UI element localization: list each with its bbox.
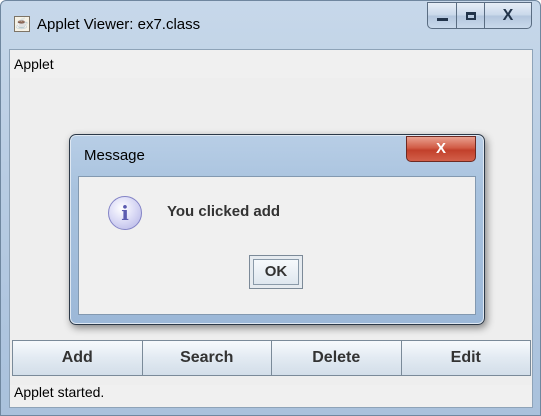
delete-button[interactable]: Delete bbox=[271, 340, 402, 376]
dialog-body: i You clicked add OK bbox=[78, 176, 476, 315]
dialog-message: You clicked add bbox=[167, 203, 281, 220]
maximize-icon bbox=[465, 11, 476, 20]
search-button[interactable]: Search bbox=[141, 340, 272, 376]
dialog-close-button[interactable]: X bbox=[406, 136, 476, 162]
title-bar[interactable]: ☕ Applet Viewer: ex7.class X bbox=[1, 1, 540, 41]
add-button[interactable]: Add bbox=[12, 340, 143, 376]
edit-button[interactable]: Edit bbox=[400, 340, 531, 376]
button-row: Add Search Delete Edit bbox=[12, 340, 531, 376]
close-icon: X bbox=[502, 6, 514, 24]
maximize-button[interactable] bbox=[456, 2, 484, 29]
message-dialog: Message X i You clicked add OK bbox=[69, 134, 485, 325]
minimize-icon bbox=[436, 18, 448, 21]
window-controls: X bbox=[427, 2, 532, 30]
menu-applet[interactable]: Applet bbox=[14, 56, 54, 72]
minimize-button[interactable] bbox=[427, 2, 456, 29]
ok-button[interactable]: OK bbox=[249, 255, 303, 289]
status-text: Applet started. bbox=[14, 384, 105, 400]
information-icon: i bbox=[108, 196, 142, 230]
close-button[interactable]: X bbox=[484, 2, 532, 29]
applet-viewer-window: ☕ Applet Viewer: ex7.class X Applet Add … bbox=[0, 0, 541, 416]
ok-button-label: OK bbox=[253, 259, 299, 285]
close-icon: X bbox=[435, 140, 446, 157]
java-cup-icon[interactable]: ☕ bbox=[14, 16, 30, 32]
dialog-title: Message bbox=[84, 147, 145, 164]
window-title: Applet Viewer: ex7.class bbox=[37, 16, 201, 33]
